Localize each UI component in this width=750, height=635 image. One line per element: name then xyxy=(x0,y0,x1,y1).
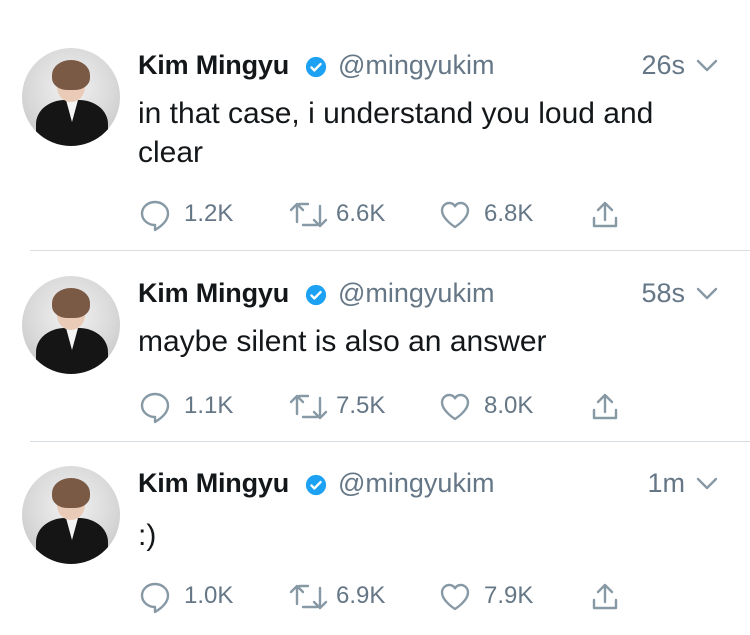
avatar[interactable] xyxy=(22,276,120,374)
timestamp[interactable]: 58s xyxy=(641,278,685,309)
like-count: 8.0K xyxy=(484,392,534,419)
share-icon xyxy=(592,583,618,610)
tweet-header: Kim Mingyu @mingyukim 26s xyxy=(138,48,723,84)
user-handle[interactable]: @mingyukim xyxy=(338,278,494,309)
retweet-icon xyxy=(289,202,328,228)
chevron-down-icon[interactable] xyxy=(695,476,719,492)
chevron-down-icon[interactable] xyxy=(695,58,719,74)
retweet-count: 6.9K xyxy=(336,582,386,609)
heart-icon xyxy=(440,583,470,611)
retweet-count: 6.6K xyxy=(336,200,386,227)
divider xyxy=(30,250,750,251)
display-name[interactable]: Kim Mingyu xyxy=(138,468,289,499)
tweet-actions: 1.0K 6.9K 7.9K xyxy=(138,578,658,614)
tweet-text: :) xyxy=(138,519,157,552)
timestamp[interactable]: 1m xyxy=(647,468,685,499)
verified-badge-icon xyxy=(305,56,327,78)
reply-icon xyxy=(140,582,170,614)
reply-count: 1.0K xyxy=(184,582,234,609)
like-count: 7.9K xyxy=(484,582,534,609)
reply-icon xyxy=(140,200,170,232)
heart-icon xyxy=(440,393,470,421)
chevron-down-icon[interactable] xyxy=(695,286,719,302)
retweet-icon xyxy=(289,584,328,610)
retweet-icon xyxy=(289,394,328,420)
user-handle[interactable]: @mingyukim xyxy=(338,50,494,81)
verified-badge-icon xyxy=(305,284,327,306)
avatar[interactable] xyxy=(22,48,120,146)
user-handle[interactable]: @mingyukim xyxy=(338,468,494,499)
share-icon xyxy=(592,393,618,420)
display-name[interactable]: Kim Mingyu xyxy=(138,50,289,81)
timestamp[interactable]: 26s xyxy=(641,50,685,81)
share-icon xyxy=(592,201,618,228)
tweet-text: maybe silent is also an answer xyxy=(138,325,547,358)
display-name[interactable]: Kim Mingyu xyxy=(138,278,289,309)
tweet-header: Kim Mingyu @mingyukim 1m xyxy=(138,466,723,502)
divider xyxy=(30,441,750,442)
reply-icon xyxy=(140,392,170,424)
verified-badge-icon xyxy=(305,474,327,496)
tweet-actions: 1.2K 6.6K 6.8K xyxy=(138,196,658,232)
reply-count: 1.2K xyxy=(184,200,234,227)
tweet-header: Kim Mingyu @mingyukim 58s xyxy=(138,276,723,312)
tweet-text: in that case, i understand you loud and … xyxy=(138,97,654,169)
timeline-feed: Kim Mingyu @mingyukim 26s in that case, … xyxy=(0,0,750,635)
heart-icon xyxy=(440,201,470,229)
like-count: 6.8K xyxy=(484,200,534,227)
reply-count: 1.1K xyxy=(184,392,234,419)
tweet-actions: 1.1K 7.5K 8.0K xyxy=(138,388,658,424)
retweet-count: 7.5K xyxy=(336,392,386,419)
avatar[interactable] xyxy=(22,466,120,564)
